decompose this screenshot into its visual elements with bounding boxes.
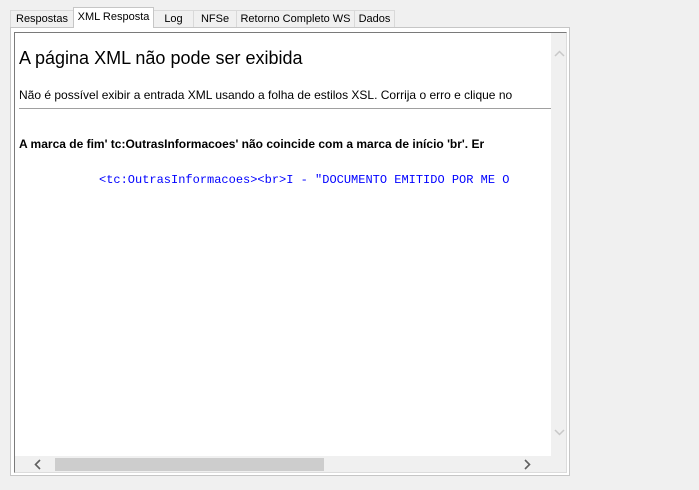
scrollbar-corner — [551, 456, 566, 472]
chevron-right-icon[interactable] — [519, 456, 536, 472]
chevron-left-icon[interactable] — [29, 456, 46, 472]
error-source-line: <tc:OutrasInformacoes><br>I - "DOCUMENTO… — [99, 173, 510, 187]
tab-xml-resposta[interactable]: XML Resposta — [73, 7, 154, 28]
error-reason: A marca de fim' tc:OutrasInformacoes' nã… — [19, 137, 485, 151]
chevron-up-icon[interactable] — [551, 45, 566, 62]
tab-log[interactable]: Log — [153, 10, 194, 27]
xml-error-content: A página XML não pode ser exibida Não é … — [15, 33, 551, 456]
xml-browser-view: A página XML não pode ser exibida Não é … — [14, 32, 567, 473]
horizontal-scroll-thumb[interactable] — [55, 458, 324, 471]
tab-dados[interactable]: Dados — [354, 10, 395, 27]
tab-respostas[interactable]: Respostas — [10, 10, 74, 27]
error-description: Não é possível exibir a entrada XML usan… — [19, 88, 513, 102]
tab-retorno-completo-ws[interactable]: Retorno Completo WS — [236, 10, 355, 27]
chevron-down-icon[interactable] — [551, 424, 566, 441]
horizontal-scrollbar[interactable] — [15, 456, 551, 472]
error-title: A página XML não pode ser exibida — [19, 48, 303, 68]
divider — [19, 108, 551, 109]
tab-nfse[interactable]: NFSe — [193, 10, 237, 27]
vertical-scrollbar[interactable] — [551, 33, 566, 456]
